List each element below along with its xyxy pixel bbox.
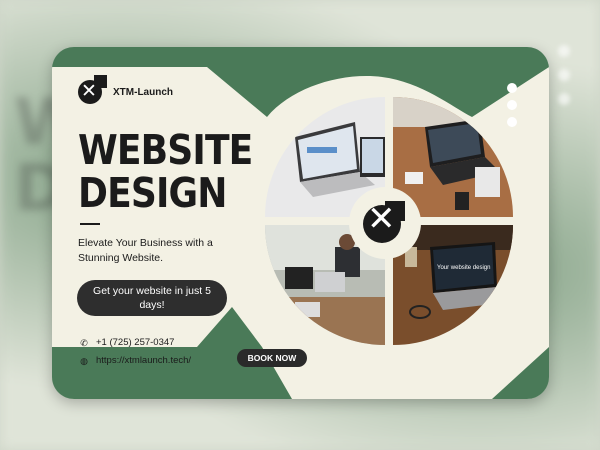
headline: WEBSITE DESIGN (78, 126, 253, 217)
tagline: Elevate Your Business with a Stunning We… (78, 237, 213, 264)
globe-icon: ◍ (80, 355, 88, 366)
headline-line-1: WEBSITE (78, 126, 253, 174)
brand-name: XTM-Launch (113, 86, 173, 98)
x-logo-icon: ✕ (367, 199, 396, 239)
x-logo-icon: ✕ (78, 75, 107, 104)
contact-phone[interactable]: ✆ +1 (725) 257-0347 (79, 337, 174, 348)
headline-line-2: DESIGN (78, 169, 227, 217)
divider (80, 223, 100, 225)
brand-logo: ✕ XTM-Launch (78, 75, 173, 104)
promo-card: ✕ XTM-Launch WEBSITE DESIGN Elevate Your… (52, 47, 549, 399)
contact-website[interactable]: ◍ https://xtmlaunch.tech/ (79, 355, 191, 366)
promo-text: Get your website in just 5 days! (93, 285, 211, 311)
phone-icon: ✆ (80, 337, 88, 348)
center-logo-badge: ✕ (349, 187, 421, 259)
website-url: https://xtmlaunch.tech/ (96, 355, 192, 366)
blurred-background-dots (558, 45, 570, 117)
phone-number: +1 (725) 257-0347 (96, 337, 175, 348)
promo-pill: Get your website in just 5 days! (77, 280, 227, 316)
screen-text: Your website design (437, 265, 490, 271)
book-now-button[interactable]: BOOK NOW (237, 349, 307, 367)
